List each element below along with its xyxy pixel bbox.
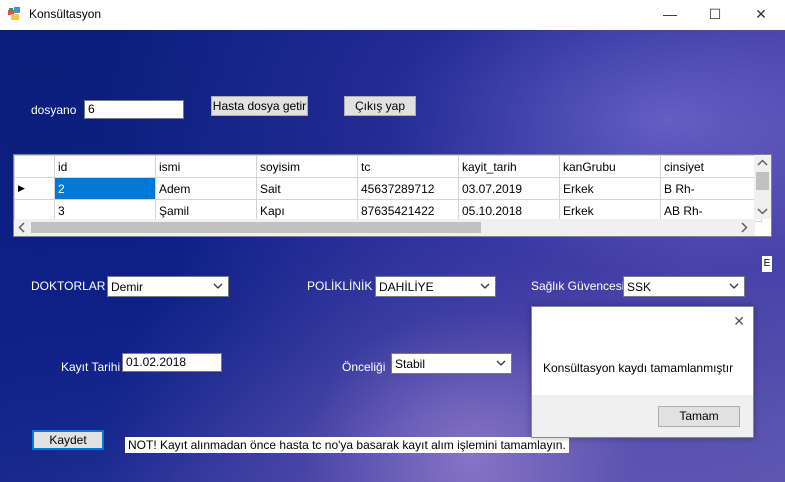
clinic-select-value: DAHİLİYE [379, 280, 434, 294]
grid-corner [14, 155, 55, 178]
column-header[interactable]: ismi [155, 155, 257, 178]
clinic-label: POLİKLİNİK [307, 279, 373, 293]
chevron-down-icon [728, 279, 740, 293]
column-header[interactable]: soyisim [256, 155, 358, 178]
date-label: Kayıt Tarihi [61, 360, 121, 374]
chevron-down-icon [212, 279, 224, 293]
grid-cell-selected[interactable]: 2 [54, 177, 156, 200]
column-header[interactable]: cinsiyet [660, 155, 762, 178]
priority-select[interactable]: Stabil [391, 353, 512, 374]
dialog-footer: Tamam [532, 395, 753, 437]
column-header[interactable]: kanGrubu [559, 155, 661, 178]
maximize-button[interactable]: ☐ [692, 0, 738, 30]
grid-cell[interactable]: B Rh- [660, 177, 762, 200]
priority-select-value: Stabil [395, 357, 426, 371]
clinic-select[interactable]: DAHİLİYE [375, 276, 496, 297]
column-header[interactable]: id [54, 155, 156, 178]
grid-cell[interactable]: Adem [155, 177, 257, 200]
insurance-select[interactable]: SSK [623, 276, 745, 297]
app-icon [8, 7, 22, 21]
close-button[interactable]: ✕ [738, 0, 784, 30]
horizontal-scrollbar[interactable] [14, 219, 755, 236]
date-input[interactable]: 01.02.2018 [122, 353, 222, 372]
dialog-message: Konsültasyon kaydı tamamlanmıştır [543, 361, 734, 375]
doctors-select-value: Demir [111, 280, 143, 294]
vertical-scrollbar[interactable] [754, 155, 771, 219]
app-window: Konsültasyon — ☐ ✕ dosyano 6 Hasta dosya… [0, 0, 785, 482]
doctors-label: DOKTORLAR [31, 279, 106, 293]
table-row[interactable]: ▶ 2 Adem Sait 45637289712 03.07.2019 Erk… [14, 177, 762, 200]
warning-note: NOT! Kayıt alınmadan önce hasta tc no'ya… [125, 437, 569, 453]
window-title: Konsültasyon [29, 7, 102, 21]
save-button[interactable]: Kaydet [32, 430, 104, 450]
priority-label: Önceliği [342, 360, 386, 374]
minimize-button[interactable]: — [647, 0, 693, 30]
get-patient-file-button[interactable]: Hasta dosya getir [211, 96, 308, 116]
grid-cell[interactable]: 45637289712 [357, 177, 459, 200]
insurance-select-value: SSK [627, 280, 652, 294]
dosyano-label: dosyano [31, 103, 77, 117]
column-header[interactable]: tc [357, 155, 459, 178]
chevron-down-icon [479, 279, 491, 293]
grid-header-row: id ismi soyisim tc kayit_tarih kanGrubu … [14, 155, 762, 178]
doctors-select[interactable]: Demir [107, 276, 229, 297]
insurance-label: Sağlık Güvencesi [531, 279, 625, 293]
current-row-marker[interactable]: ▶ [14, 177, 55, 200]
dialog-close-icon[interactable]: ✕ [733, 313, 745, 330]
exit-button[interactable]: Çıkış yap [344, 96, 416, 116]
ok-button[interactable]: Tamam [658, 406, 740, 427]
patient-grid[interactable]: id ismi soyisim tc kayit_tarih kanGrubu … [13, 154, 772, 237]
column-header[interactable]: kayit_tarih [458, 155, 560, 178]
grid-cell[interactable]: 03.07.2019 [458, 177, 560, 200]
grid-cell[interactable]: Sait [256, 177, 358, 200]
message-dialog: ✕ Konsültasyon kaydı tamamlanmıştır Tama… [531, 306, 754, 438]
title-bar: Konsültasyon — ☐ ✕ [0, 0, 785, 30]
side-marker: E [762, 256, 772, 272]
chevron-down-icon [495, 356, 507, 370]
dosyano-input[interactable]: 6 [84, 100, 184, 119]
grid-cell[interactable]: Erkek [559, 177, 661, 200]
